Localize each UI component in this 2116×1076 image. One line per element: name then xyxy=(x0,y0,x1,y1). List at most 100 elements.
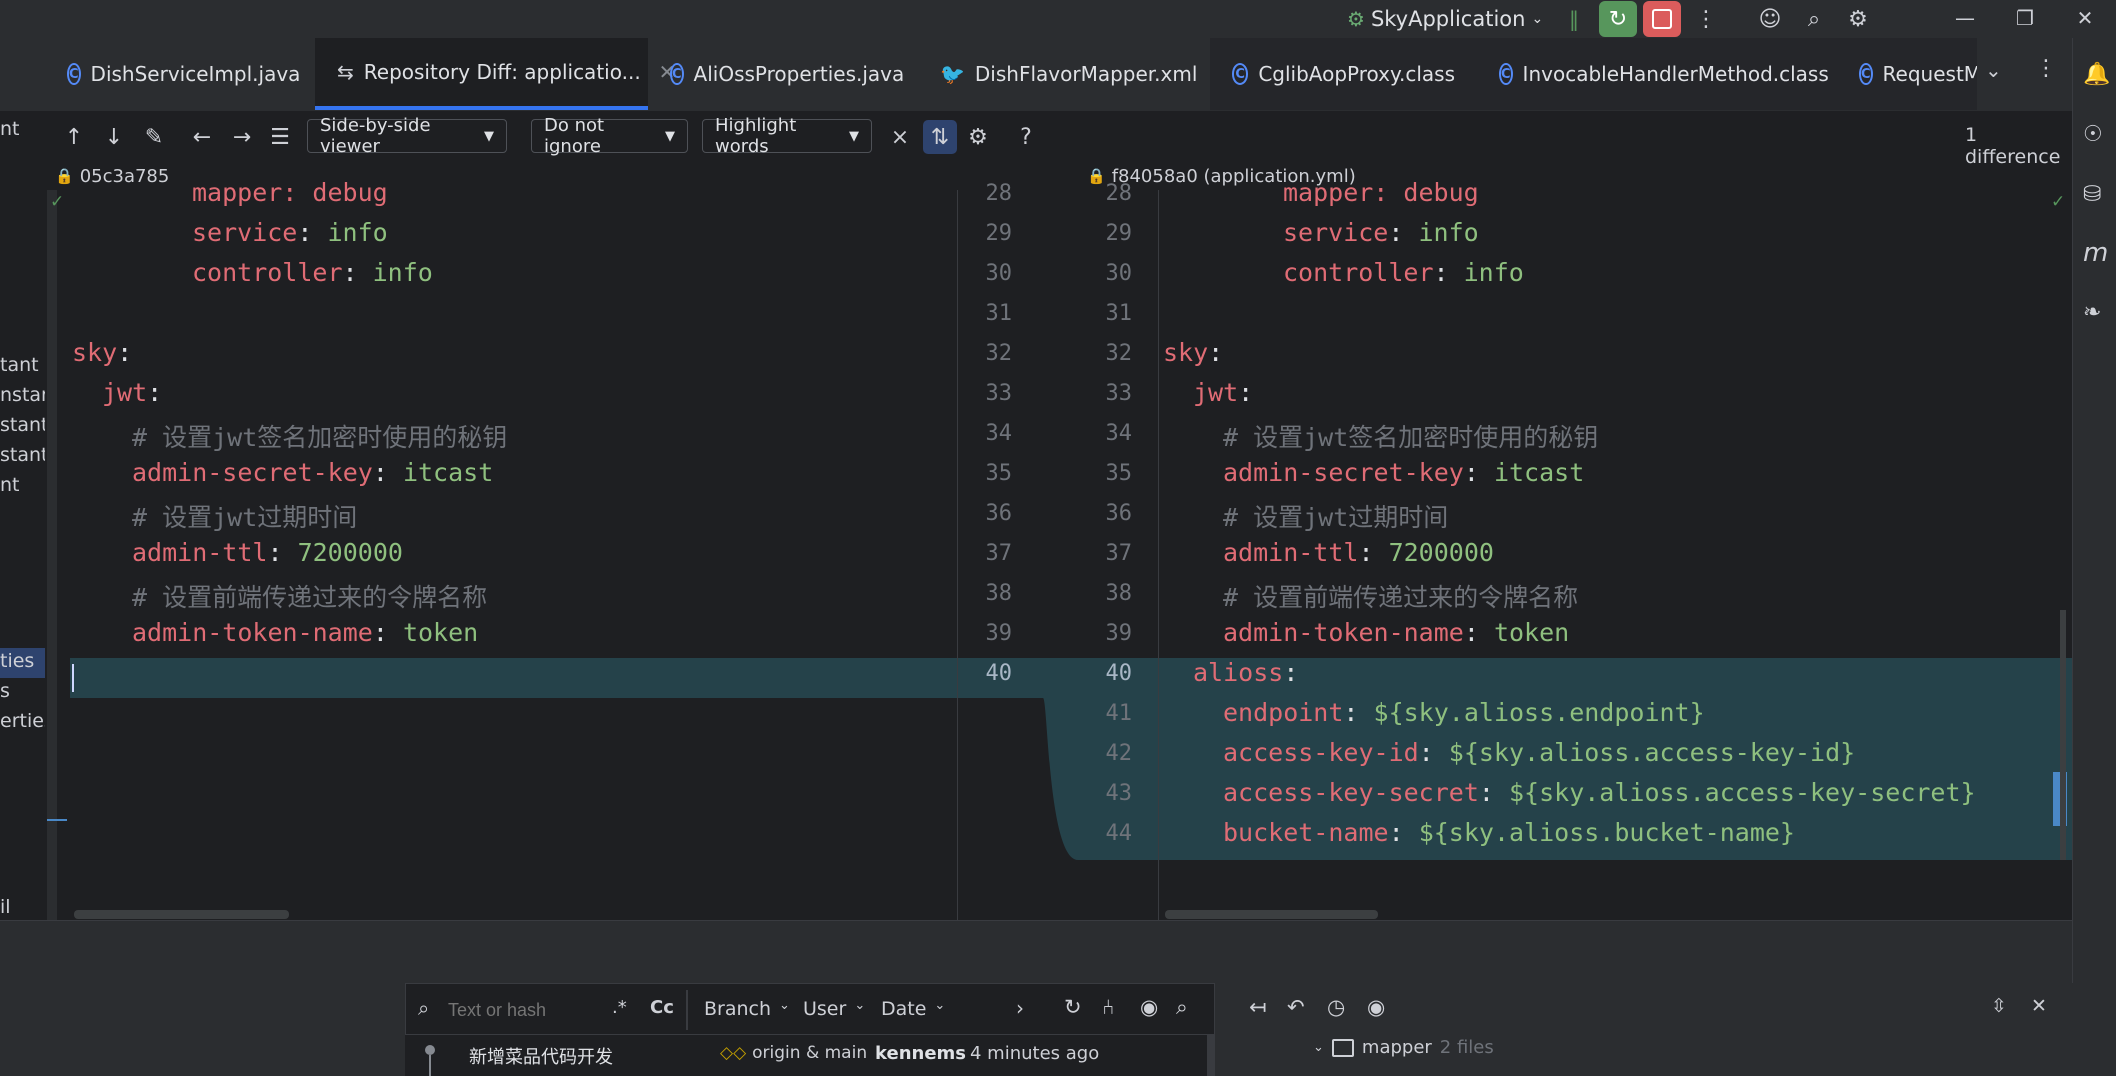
next-difference-icon[interactable]: ↓ xyxy=(97,120,131,154)
help-icon[interactable]: ? xyxy=(1009,120,1043,154)
chevron-down-icon: ⌄ xyxy=(934,998,946,1013)
tree-item[interactable]: erties xyxy=(0,710,45,732)
tabs-dropdown-icon[interactable]: ⌄ xyxy=(1985,58,2002,82)
pause-icon[interactable]: ‖ xyxy=(1555,1,1593,37)
tool-window-header xyxy=(0,920,2072,984)
right-tool-strip: 🔔 ☉ ⛁ m ❧ xyxy=(2072,38,2116,983)
settings-gear-icon[interactable]: ⚙ xyxy=(1839,1,1877,37)
tab-alioss-properties[interactable]: C AliOssProperties.java xyxy=(648,38,918,110)
expand-icon[interactable]: ↤ xyxy=(1249,995,1267,1019)
line-number: 35 xyxy=(985,461,1013,486)
window-controls: — ❐ ✕ xyxy=(1935,0,2115,36)
history-icon[interactable]: ◷ xyxy=(1327,995,1345,1019)
add-user-icon[interactable]: ☺ xyxy=(1751,1,1789,37)
highlight-dropdown[interactable]: Highlight words ▼ xyxy=(702,115,872,157)
right-scrollbar-track[interactable] xyxy=(2060,610,2066,860)
chevron-down-icon: ⌄ xyxy=(1313,1040,1324,1055)
tab-dishserviceimpl[interactable]: C DishServiceImpl.java xyxy=(45,38,315,110)
code-line: endpoint: ${sky.alioss.endpoint} xyxy=(1223,698,1705,727)
back-arrow-icon[interactable]: ← xyxy=(185,120,219,154)
run-config-selector[interactable]: ⚙ SkyApplication ⌄ xyxy=(1347,4,1543,34)
endpoints-icon[interactable]: ❧ xyxy=(2083,300,2101,325)
collapse-unchanged-icon[interactable]: ⨯ xyxy=(883,120,917,154)
tree-item[interactable]: s xyxy=(0,680,10,702)
commit-refs: ◇◇ origin & main xyxy=(720,1043,867,1063)
tree-item[interactable]: stant xyxy=(0,444,45,466)
tab-label: InvocableHandlerMethod.class xyxy=(1522,62,1829,86)
git-branches-strip xyxy=(0,983,405,1076)
collapse-all-icon[interactable]: ✕ xyxy=(2031,995,2047,1017)
search-icon[interactable]: ⌕ xyxy=(1795,1,1833,37)
diff-settings-icon[interactable]: ⚙ xyxy=(961,120,995,154)
code-line: bucket-name: ${sky.alioss.bucket-name} xyxy=(1223,818,1795,847)
refresh-icon[interactable]: ↻ xyxy=(1064,995,1082,1019)
tree-item[interactable]: tant xyxy=(0,354,39,376)
left-horizontal-scrollbar[interactable] xyxy=(74,910,289,919)
forward-arrow-icon[interactable]: → xyxy=(225,120,259,154)
tree-item[interactable]: il xyxy=(0,896,11,918)
tree-item[interactable]: nstan xyxy=(0,384,45,406)
cherry-pick-icon[interactable]: ⑃ xyxy=(1102,995,1115,1019)
caret-down-icon: ▼ xyxy=(484,128,494,144)
left-revision-label: 05c3a785 xyxy=(79,165,170,187)
difference-count: 1 difference xyxy=(1965,124,2061,168)
tab-cglibaopproxy[interactable]: C CglibAopProxy.class xyxy=(1210,38,1477,110)
tab-invocablehandlermethod[interactable]: C InvocableHandlerMethod.class xyxy=(1477,38,1837,110)
tree-folder-mapper[interactable]: ⌄ mapper 2 files xyxy=(1313,1037,1494,1058)
line-number: 38 xyxy=(1105,581,1133,606)
tab-repository-diff[interactable]: ⇆ Repository Diff: applicatio... ✕ xyxy=(315,38,675,110)
commit-node-icon xyxy=(425,1045,435,1055)
code-line: admin-token-name: token xyxy=(132,618,479,647)
match-case-toggle[interactable]: Cc xyxy=(650,997,674,1018)
tabs-more-icon[interactable]: ⋮ xyxy=(2035,56,2057,81)
more-vert-icon[interactable]: ⋮ xyxy=(1687,1,1725,37)
previous-difference-icon[interactable]: ↑ xyxy=(57,120,91,154)
code-line: jwt: xyxy=(1193,378,1254,407)
tree-item[interactable]: stant xyxy=(0,414,45,436)
run-config-label: SkyApplication xyxy=(1370,7,1526,31)
viewer-dropdown[interactable]: Side-by-side viewer ▼ xyxy=(307,115,507,157)
maven-icon[interactable]: m xyxy=(2083,238,2108,268)
commit-list-scrollbar[interactable] xyxy=(1207,1035,1215,1076)
edit-source-icon[interactable]: ✎ xyxy=(137,120,171,154)
notifications-icon[interactable]: 🔔 xyxy=(2083,62,2110,87)
tab-requestm[interactable]: C RequestM xyxy=(1837,38,1977,110)
search-icon[interactable]: ⌕ xyxy=(1176,995,1188,1020)
document-icon[interactable]: ☰ xyxy=(263,120,297,154)
sync-scroll-icon[interactable]: ⇅ xyxy=(923,120,957,154)
code-line: alioss: xyxy=(1193,658,1299,687)
chevron-right-icon[interactable]: › xyxy=(1016,996,1024,1020)
git-search-input[interactable] xyxy=(446,994,600,1026)
date-filter[interactable]: Date ⌄ xyxy=(881,998,945,1020)
ignore-dropdown[interactable]: Do not ignore ▼ xyxy=(531,115,688,157)
stop-icon[interactable] xyxy=(1643,1,1681,37)
restore-icon[interactable]: ❐ xyxy=(1995,0,2055,36)
rerun-icon[interactable]: ↻ xyxy=(1599,1,1637,37)
code-line: controller: info xyxy=(1283,258,1524,287)
highlight-label: Highlight words xyxy=(715,115,797,157)
commit-row[interactable]: 新增菜品代码开发 ◇◇ origin & main kennems 4 minut… xyxy=(405,1035,1215,1076)
close-icon[interactable]: ✕ xyxy=(2055,0,2115,36)
eye-icon[interactable]: ◉ xyxy=(1367,995,1385,1019)
right-horizontal-scrollbar[interactable] xyxy=(1165,910,1378,919)
tree-item[interactable]: nt xyxy=(0,118,20,140)
changes-panel: ↤ ↶ ◷ ◉ ⇳ ✕ ⌄ mapper 2 files xyxy=(1223,983,2116,1076)
user-filter[interactable]: User ⌄ xyxy=(803,998,865,1020)
regex-toggle[interactable]: .* xyxy=(612,997,627,1018)
eye-icon[interactable]: ◉ xyxy=(1140,995,1158,1019)
branch-filter[interactable]: Branch ⌄ xyxy=(704,998,790,1020)
minimize-icon[interactable]: — xyxy=(1935,0,1995,36)
revert-icon[interactable]: ↶ xyxy=(1287,995,1305,1019)
line-number: 38 xyxy=(985,581,1013,606)
code-line: service: info xyxy=(1283,218,1479,247)
tree-item[interactable]: nt xyxy=(0,474,20,496)
tree-item[interactable]: ties xyxy=(0,650,34,672)
class-icon: C xyxy=(1232,63,1249,85)
line-number: 31 xyxy=(1105,301,1133,326)
tab-dishflavormapper[interactable]: 🐦 DishFlavorMapper.xml xyxy=(918,38,1210,110)
database-icon[interactable]: ⛁ xyxy=(2083,182,2101,207)
line-number: 44 xyxy=(1105,821,1133,846)
expand-all-icon[interactable]: ⇳ xyxy=(1991,995,2007,1017)
ai-assistant-icon[interactable]: ☉ xyxy=(2083,122,2103,147)
code-line: controller: info xyxy=(192,258,433,287)
